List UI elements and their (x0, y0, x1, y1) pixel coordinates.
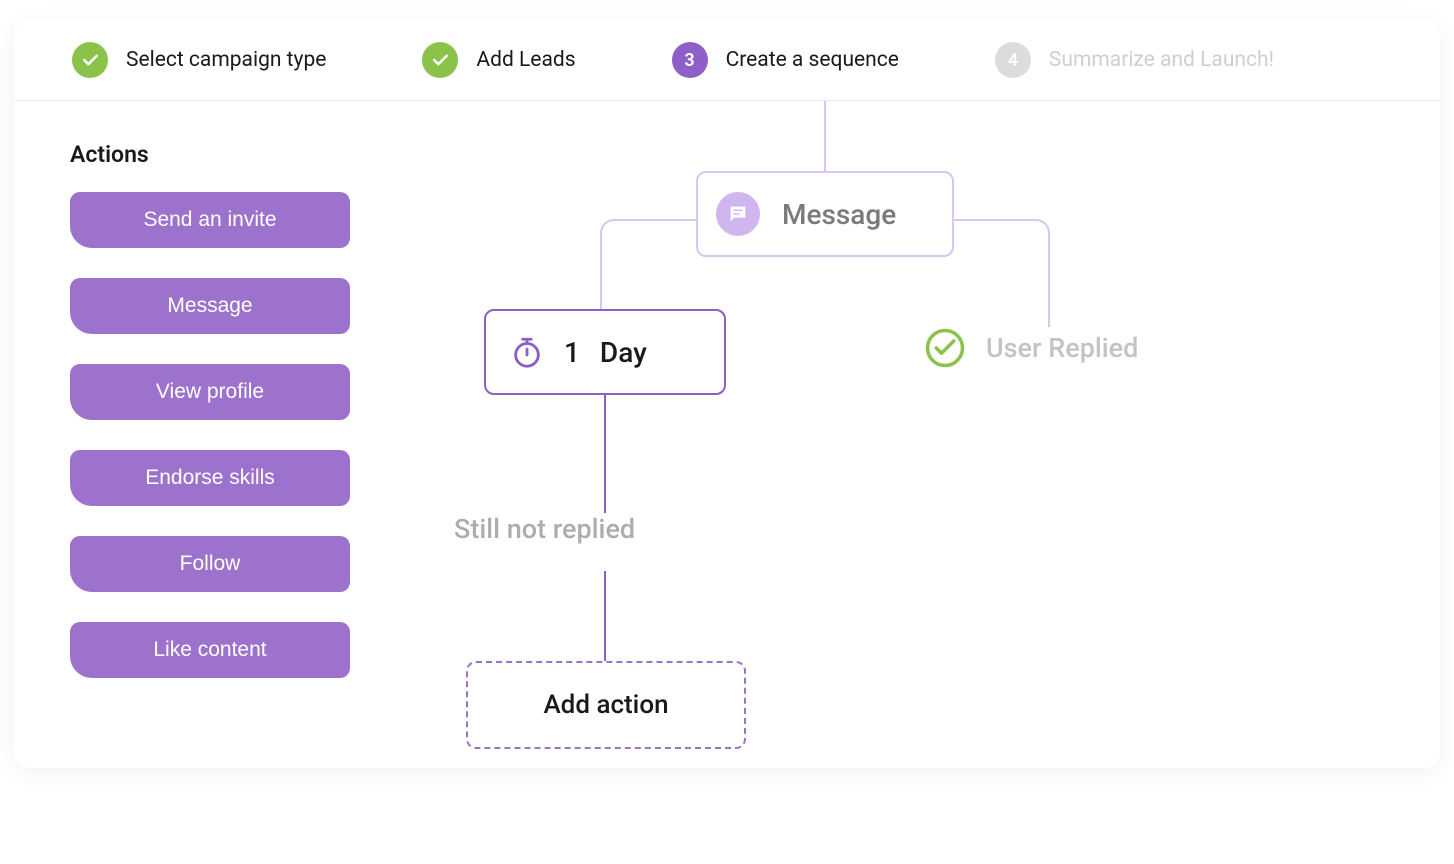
timer-icon (510, 335, 544, 369)
step-4[interactable]: 4 Summarize and Launch! (995, 42, 1274, 78)
connector-line (824, 101, 826, 171)
connector-line (604, 571, 606, 661)
actions-title: Actions (70, 141, 350, 168)
step-label: Add Leads (476, 48, 575, 72)
action-like-content[interactable]: Like content (70, 622, 350, 678)
action-message[interactable]: Message (70, 278, 350, 334)
sequence-canvas: Message 1 Day (390, 141, 1384, 708)
check-icon (422, 42, 458, 78)
node-message[interactable]: Message (696, 171, 954, 257)
action-endorse-skills[interactable]: Endorse skills (70, 450, 350, 506)
message-icon (716, 192, 760, 236)
body: Actions Send an invite Message View prof… (14, 101, 1440, 768)
check-circle-icon (924, 327, 966, 369)
add-action-dropzone[interactable]: Add action (466, 661, 746, 749)
node-user-replied: User Replied (924, 327, 1138, 369)
step-number-badge: 4 (995, 42, 1031, 78)
step-2[interactable]: Add Leads (422, 42, 575, 78)
check-icon (72, 42, 108, 78)
step-1[interactable]: Select campaign type (72, 42, 326, 78)
connector-line (952, 219, 1050, 331)
step-label: Select campaign type (126, 48, 326, 72)
connector-line (604, 395, 606, 513)
step-label: Summarize and Launch! (1049, 48, 1274, 72)
node-message-label: Message (782, 198, 896, 231)
connector-line (600, 219, 698, 309)
page-wrapper: Select campaign type Add Leads 3 Create … (0, 0, 1454, 788)
node-wait[interactable]: 1 Day (484, 309, 726, 395)
wait-count: 1 (564, 336, 580, 369)
step-label: Create a sequence (726, 48, 899, 72)
step-3[interactable]: 3 Create a sequence (672, 42, 899, 78)
action-send-invite[interactable]: Send an invite (70, 192, 350, 248)
action-follow[interactable]: Follow (70, 536, 350, 592)
wait-unit: Day (600, 336, 647, 369)
card: Select campaign type Add Leads 3 Create … (14, 20, 1440, 768)
add-action-label: Add action (543, 690, 668, 720)
user-replied-label: User Replied (986, 332, 1138, 364)
actions-sidebar: Actions Send an invite Message View prof… (70, 141, 350, 708)
action-view-profile[interactable]: View profile (70, 364, 350, 420)
stepper: Select campaign type Add Leads 3 Create … (14, 20, 1440, 101)
node-still-not-replied: Still not replied (454, 513, 635, 545)
step-number-badge: 3 (672, 42, 708, 78)
